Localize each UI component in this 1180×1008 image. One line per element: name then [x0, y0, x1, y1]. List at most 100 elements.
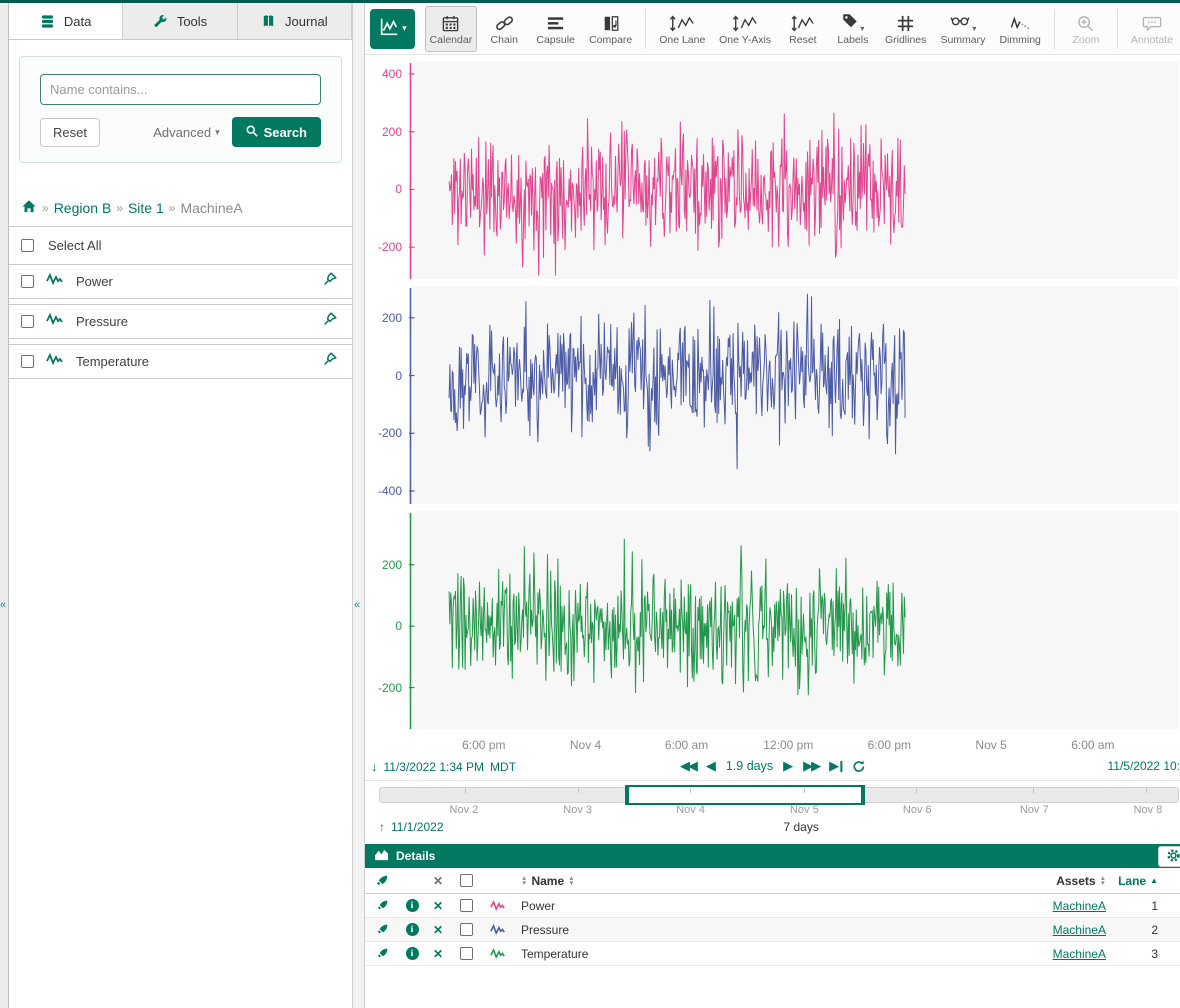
row-checkbox[interactable]: [460, 923, 473, 936]
remove-icon[interactable]: ✕: [433, 923, 443, 937]
toolbar-one-y-axis-button[interactable]: One Y-Axis: [714, 6, 776, 52]
list-item-temperature[interactable]: Temperature: [9, 344, 352, 379]
step-back-half-button[interactable]: ◀: [706, 758, 716, 774]
toolbar-dimming-button[interactable]: Dimming: [994, 6, 1046, 52]
rocket-icon[interactable]: [365, 923, 399, 936]
trend-view: ▾ Calendar Chain Capsule Compare: [365, 3, 1180, 1008]
asset-link[interactable]: MachineA: [1053, 947, 1106, 961]
toolbar-labels-button[interactable]: ▾ Labels: [830, 6, 876, 52]
y-tick-label: -200: [378, 425, 402, 441]
selection-left-handle[interactable]: [625, 785, 629, 805]
rocket-icon[interactable]: [365, 947, 399, 960]
y-axis-pressure[interactable]: 2000-200-400: [365, 286, 409, 504]
remove-icon[interactable]: ✕: [433, 947, 443, 961]
toolbar-calendar-button[interactable]: Calendar: [425, 6, 478, 52]
column-lane-header[interactable]: Lane: [1118, 874, 1146, 888]
range-end[interactable]: 11/5/2022 10:: [1107, 759, 1180, 773]
asset-link[interactable]: MachineA: [1053, 923, 1106, 937]
timeline-selection[interactable]: [627, 785, 862, 805]
investigate-start-date[interactable]: 11/1/2022: [391, 820, 444, 834]
sidebar-collapse-handle[interactable]: «: [352, 3, 365, 1008]
signal-color-icon: [481, 923, 515, 936]
breadcrumb: » Region B » Site 1 » MachineA: [9, 187, 352, 227]
compare-icon: [602, 13, 620, 33]
pin-icon[interactable]: [322, 271, 338, 292]
temperature-checkbox[interactable]: [21, 355, 34, 368]
home-icon[interactable]: [21, 199, 37, 217]
info-icon[interactable]: i: [406, 947, 419, 960]
range-timezone[interactable]: MDT: [490, 760, 516, 774]
advanced-toggle[interactable]: Advanced▾: [153, 125, 219, 140]
rocket-icon[interactable]: [365, 874, 399, 888]
tab-data[interactable]: Data: [9, 3, 123, 39]
list-item-power[interactable]: Power: [9, 264, 352, 299]
step-to-end-button[interactable]: ▶: [829, 758, 842, 774]
toolbar-capsule-button[interactable]: Capsule: [531, 6, 580, 52]
pin-icon[interactable]: [322, 311, 338, 332]
asset-link[interactable]: MachineA: [1053, 899, 1106, 913]
toolbar-zoom-button[interactable]: Zoom: [1063, 6, 1109, 52]
breadcrumb-link-region[interactable]: Region B: [54, 200, 112, 216]
trend-view-dropdown[interactable]: ▾: [370, 9, 415, 49]
row-checkbox[interactable]: [460, 899, 473, 912]
toolbar-reset-button[interactable]: Reset: [780, 6, 826, 52]
toolbar-one-lane-button[interactable]: One Lane: [654, 6, 710, 52]
trend-plot-temperature[interactable]: [409, 511, 1180, 729]
gridlines-icon: [896, 13, 915, 33]
table-row-power[interactable]: i ✕ Power MachineA 1: [365, 894, 1180, 918]
search-input[interactable]: [40, 74, 321, 105]
chain-icon: [495, 13, 514, 33]
y-tick-label: 0: [395, 181, 402, 197]
tab-tools[interactable]: Tools: [123, 3, 237, 39]
range-start[interactable]: 11/3/2022 1:34 PM: [384, 760, 485, 774]
step-back-full-button[interactable]: ◀◀: [680, 758, 696, 774]
column-name-header[interactable]: Name: [531, 874, 564, 888]
tab-journal[interactable]: Journal: [238, 3, 352, 39]
sort-icon[interactable]: ▲▼: [568, 876, 574, 886]
reset-button[interactable]: Reset: [40, 118, 100, 147]
refresh-icon[interactable]: [852, 760, 865, 773]
selection-right-handle[interactable]: [861, 785, 865, 805]
pressure-checkbox[interactable]: [21, 315, 34, 328]
sort-ascending-icon[interactable]: ▲: [1150, 876, 1158, 885]
breadcrumb-link-site[interactable]: Site 1: [128, 200, 164, 216]
info-icon[interactable]: i: [406, 923, 419, 936]
investigate-duration[interactable]: 7 days: [784, 820, 819, 834]
timeline-tick-label: Nov 7: [1020, 804, 1049, 816]
sort-icon[interactable]: ▲▼: [521, 876, 527, 886]
pin-icon[interactable]: [322, 351, 338, 372]
table-row-pressure[interactable]: i ✕ Pressure MachineA 2: [365, 918, 1180, 942]
timeline-track[interactable]: [379, 787, 1179, 803]
info-icon[interactable]: i: [406, 899, 419, 912]
details-settings-button[interactable]: [1158, 846, 1180, 867]
column-assets-header[interactable]: Assets: [1056, 874, 1095, 888]
toolbar-compare-button[interactable]: Compare: [584, 6, 637, 52]
list-item-pressure[interactable]: Pressure: [9, 304, 352, 339]
toolbar-chain-button[interactable]: Chain: [481, 6, 527, 52]
toolbar-annotate-button[interactable]: Annotate: [1126, 6, 1178, 52]
remove-icon[interactable]: ✕: [433, 899, 443, 913]
search-button[interactable]: Search: [232, 117, 321, 147]
table-row-temperature[interactable]: i ✕ Temperature MachineA 3: [365, 942, 1180, 966]
range-duration[interactable]: 1.9 days: [726, 759, 773, 773]
toolbar-gridlines-button[interactable]: Gridlines: [880, 6, 932, 52]
row-checkbox[interactable]: [460, 947, 473, 960]
left-collapse-handle[interactable]: «: [0, 3, 9, 1008]
row-lane: 2: [1151, 923, 1158, 937]
details-select-all-checkbox[interactable]: [460, 874, 473, 887]
y-axis-power[interactable]: 4002000-200: [365, 61, 409, 279]
trend-plot-pressure[interactable]: [409, 286, 1180, 504]
y-axis-temperature[interactable]: 2000-200: [365, 511, 409, 729]
select-all-checkbox[interactable]: [21, 239, 34, 252]
rocket-icon[interactable]: [365, 899, 399, 912]
trend-plot-power[interactable]: [409, 61, 1180, 279]
power-checkbox[interactable]: [21, 275, 34, 288]
toolbar-summary-button[interactable]: ▾ Summary: [935, 6, 990, 52]
step-forward-full-button[interactable]: ▶▶: [803, 758, 819, 774]
remove-all-icon[interactable]: ✕: [433, 874, 443, 888]
x-axis[interactable]: 6:00 pmNov 46:00 am12:00 pm6:00 pmNov 56…: [409, 736, 1180, 756]
signal-icon: [46, 352, 64, 371]
sort-icon[interactable]: ▲▼: [1100, 876, 1106, 886]
step-forward-half-button[interactable]: ▶: [783, 758, 793, 774]
timeline-tick-mark: [1146, 788, 1147, 793]
